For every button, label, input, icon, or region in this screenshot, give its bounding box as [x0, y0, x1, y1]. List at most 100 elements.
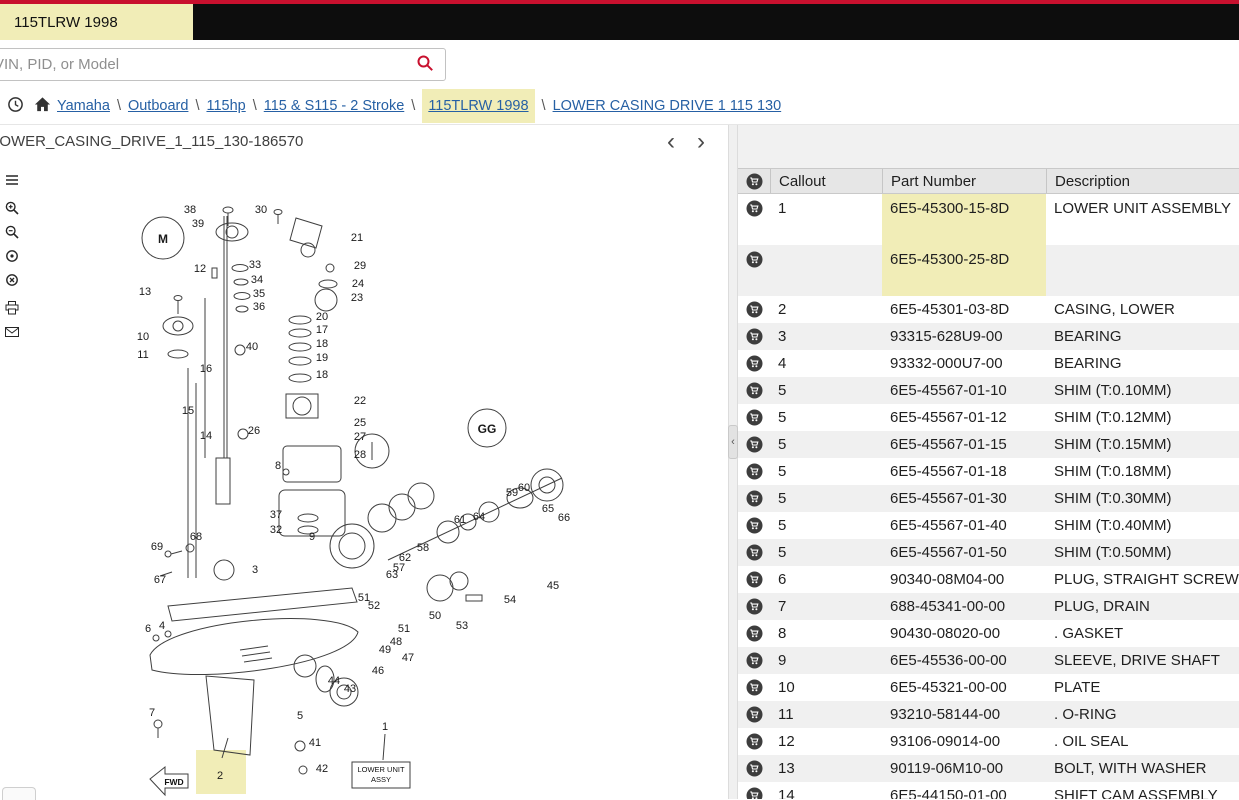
diagram-callout[interactable]: 39	[192, 218, 204, 230]
collapse-handle[interactable]: ‹	[728, 425, 738, 459]
diagram-callout[interactable]: 20	[316, 311, 328, 323]
diagram-callout[interactable]: 41	[309, 737, 321, 749]
search-button[interactable]	[405, 49, 445, 80]
diagram-callout[interactable]: 52	[368, 600, 380, 612]
table-row[interactable]: 5 6E5-45567-01-15 SHIM (T:0.15MM)	[738, 431, 1239, 458]
diagram-callout[interactable]: 48	[390, 636, 402, 648]
table-row[interactable]: 1 6E5-45300-15-8D LOWER UNIT ASSEMBLY	[738, 194, 1239, 245]
diagram-callout[interactable]: 33	[249, 259, 261, 271]
diagram-callout[interactable]: 67	[154, 574, 166, 586]
diagram-callout[interactable]: 15	[182, 405, 194, 417]
add-to-cart-button[interactable]	[738, 377, 770, 404]
reset-button[interactable]	[0, 268, 23, 292]
diagram-callout[interactable]: 54	[504, 594, 516, 606]
diagram-callout[interactable]: 63	[386, 569, 398, 581]
table-row[interactable]: 14 6E5-44150-01-00 SHIFT CAM ASSEMBLY	[738, 782, 1239, 799]
diagram-callout[interactable]: 21	[351, 232, 363, 244]
diagram-callout[interactable]: 66	[558, 512, 570, 524]
diagram-callout[interactable]: 24	[352, 278, 364, 290]
add-to-cart-button[interactable]	[738, 728, 770, 755]
table-row[interactable]: 6E5-45300-25-8D	[738, 245, 1239, 296]
diagram-callout[interactable]: 27	[354, 431, 366, 443]
diagram-callout[interactable]: 29	[354, 260, 366, 272]
diagram-callout[interactable]: 47	[402, 652, 414, 664]
table-row[interactable]: 12 93106-09014-00 . OIL SEAL	[738, 728, 1239, 755]
diagram-callout[interactable]: 42	[316, 763, 328, 775]
menu-button[interactable]	[0, 168, 23, 192]
corner-widget[interactable]	[2, 787, 36, 800]
diagram-callout[interactable]: 38	[184, 204, 196, 216]
table-row[interactable]: 5 6E5-45567-01-30 SHIM (T:0.30MM)	[738, 485, 1239, 512]
diagram-callout[interactable]: 58	[417, 542, 429, 554]
diagram-callout[interactable]: 13	[139, 286, 151, 298]
breadcrumb-item[interactable]: 115TLRW 1998	[422, 89, 535, 123]
diagram-callout[interactable]: 17	[316, 324, 328, 336]
pane-splitter[interactable]: ‹	[728, 125, 738, 799]
diagram-callout[interactable]: 4	[159, 620, 165, 632]
diagram-callout[interactable]: 50	[429, 610, 441, 622]
diagram-callout[interactable]: 32	[270, 524, 282, 536]
add-to-cart-button[interactable]	[738, 485, 770, 512]
table-row[interactable]: 6 90340-08M04-00 PLUG, STRAIGHT SCREW	[738, 566, 1239, 593]
table-row[interactable]: 3 93315-628U9-00 BEARING	[738, 323, 1239, 350]
diagram-callout[interactable]: 1	[382, 721, 388, 733]
table-row[interactable]: 5 6E5-45567-01-40 SHIM (T:0.40MM)	[738, 512, 1239, 539]
previous-diagram-button[interactable]: ‹	[664, 129, 678, 154]
search-input[interactable]	[0, 56, 405, 73]
next-diagram-button[interactable]: ›	[694, 129, 708, 154]
diagram-callout[interactable]: 45	[547, 580, 559, 592]
add-to-cart-button[interactable]	[738, 620, 770, 647]
diagram-callout[interactable]: 9	[309, 531, 315, 543]
diagram-callout[interactable]: 51	[398, 623, 410, 635]
add-to-cart-button[interactable]	[738, 701, 770, 728]
diagram-callout[interactable]: 7	[149, 707, 155, 719]
diagram-callout[interactable]: 46	[372, 665, 384, 677]
table-row[interactable]: 11 93210-58144-00 . O-RING	[738, 701, 1239, 728]
diagram-callout[interactable]: 69	[151, 541, 163, 553]
diagram-callout[interactable]: 25	[354, 417, 366, 429]
zoom-out-button[interactable]	[0, 220, 23, 244]
diagram-callout[interactable]: 40	[246, 341, 258, 353]
diagram-callout[interactable]: 61	[454, 514, 466, 526]
add-to-cart-button[interactable]	[738, 593, 770, 620]
diagram-callout[interactable]: 37	[270, 509, 282, 521]
diagram-callout[interactable]: 19	[316, 352, 328, 364]
table-row[interactable]: 5 6E5-45567-01-10 SHIM (T:0.10MM)	[738, 377, 1239, 404]
diagram-canvas[interactable]: LOWER UNIT ASSY FWD M GG 38 39 30 21 12 33 34 35…	[0, 158, 728, 799]
diagram-callout[interactable]: 26	[248, 425, 260, 437]
diagram-callout[interactable]: 53	[456, 620, 468, 632]
diagram-callout[interactable]: 35	[253, 288, 265, 300]
diagram-callout[interactable]: 68	[190, 531, 202, 543]
breadcrumb-item[interactable]: 115 & S115 - 2 Stroke	[264, 98, 405, 114]
table-row[interactable]: 5 6E5-45567-01-12 SHIM (T:0.12MM)	[738, 404, 1239, 431]
fit-button[interactable]	[0, 244, 23, 268]
print-button[interactable]	[0, 296, 23, 320]
diagram-callout[interactable]: 2	[217, 770, 223, 782]
home-button[interactable]	[30, 94, 54, 118]
table-row[interactable]: 5 6E5-45567-01-50 SHIM (T:0.50MM)	[738, 539, 1239, 566]
diagram-callout[interactable]: 11	[137, 349, 148, 361]
diagram-callout[interactable]: 6	[145, 623, 151, 635]
add-to-cart-button[interactable]	[738, 458, 770, 485]
add-to-cart-button[interactable]	[738, 512, 770, 539]
diagram-callout[interactable]: 14	[200, 430, 212, 442]
breadcrumb-item[interactable]: Yamaha	[57, 98, 110, 114]
diagram-callout[interactable]: 5	[297, 710, 303, 722]
diagram-callout[interactable]: 22	[354, 395, 366, 407]
add-to-cart-button[interactable]	[738, 647, 770, 674]
breadcrumb-item[interactable]: LOWER CASING DRIVE 1 115 130	[553, 98, 782, 114]
add-to-cart-button[interactable]	[738, 350, 770, 377]
diagram-callout[interactable]: 64	[473, 511, 485, 523]
diagram-callout[interactable]: 23	[351, 292, 363, 304]
add-to-cart-button[interactable]	[738, 404, 770, 431]
add-to-cart-button[interactable]	[738, 323, 770, 350]
add-to-cart-button[interactable]	[738, 566, 770, 593]
breadcrumb-item[interactable]: 115hp	[206, 98, 245, 114]
history-button[interactable]	[3, 94, 27, 118]
diagram-callout[interactable]: 16	[200, 363, 212, 375]
diagram-callout[interactable]: 44	[328, 675, 340, 687]
table-row[interactable]: 5 6E5-45567-01-18 SHIM (T:0.18MM)	[738, 458, 1239, 485]
table-row[interactable]: 9 6E5-45536-00-00 SLEEVE, DRIVE SHAFT	[738, 647, 1239, 674]
diagram-callout[interactable]: 18	[316, 369, 328, 381]
add-to-cart-button[interactable]	[738, 296, 770, 323]
